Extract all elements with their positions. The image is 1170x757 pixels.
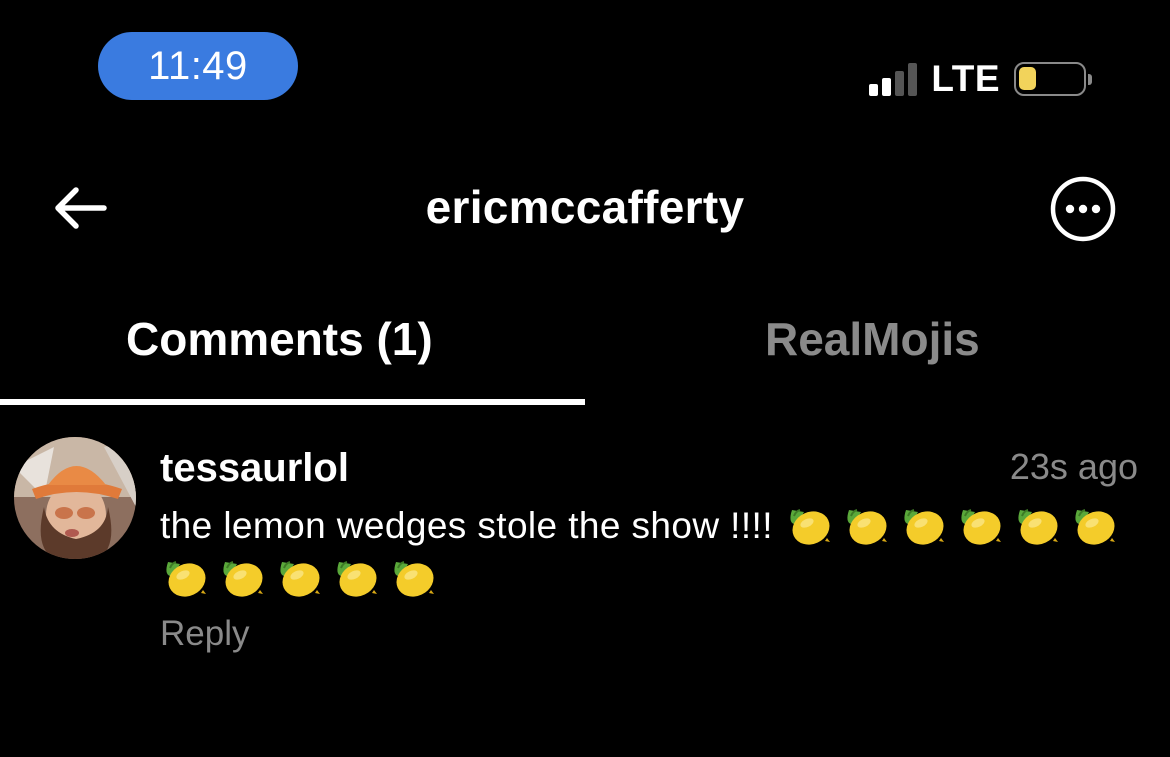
avatar-photo [14, 437, 136, 559]
comment-username[interactable]: tessaurlol [160, 446, 349, 491]
lemon-icon [166, 561, 206, 597]
cellular-signal-icon [869, 62, 918, 96]
status-time-pill: 11:49 [98, 32, 298, 100]
comment-timestamp: 23s ago [1009, 446, 1138, 487]
network-type-label: LTE [931, 58, 1000, 99]
lemon-icon [394, 561, 434, 597]
more-circle-icon [1050, 176, 1116, 242]
lemon-icon [960, 509, 1001, 545]
lemon-icon [789, 509, 830, 545]
lemon-icon [1017, 509, 1058, 545]
comment-body: the lemon wedges stole the show !!!! [160, 500, 1130, 604]
more-options-button[interactable] [1050, 176, 1116, 242]
avatar[interactable] [14, 437, 136, 559]
lemon-icon [280, 561, 320, 597]
lemon-icon [223, 561, 263, 597]
battery-icon [1014, 62, 1092, 96]
lemon-icon [337, 561, 377, 597]
status-right-group: LTE [869, 58, 1092, 100]
tab-realmojis[interactable]: RealMojis [765, 312, 980, 366]
tab-comments[interactable]: Comments (1) [126, 312, 433, 366]
active-tab-indicator [0, 399, 585, 405]
lemon-icon [903, 509, 944, 545]
status-time: 11:49 [148, 43, 248, 88]
page-title: ericmccafferty [425, 181, 745, 233]
reply-button[interactable]: Reply [160, 614, 249, 654]
lemon-icon [1074, 509, 1115, 545]
comment-text: the lemon wedges stole the show !!!! [160, 505, 773, 546]
lemon-icon [846, 509, 887, 545]
